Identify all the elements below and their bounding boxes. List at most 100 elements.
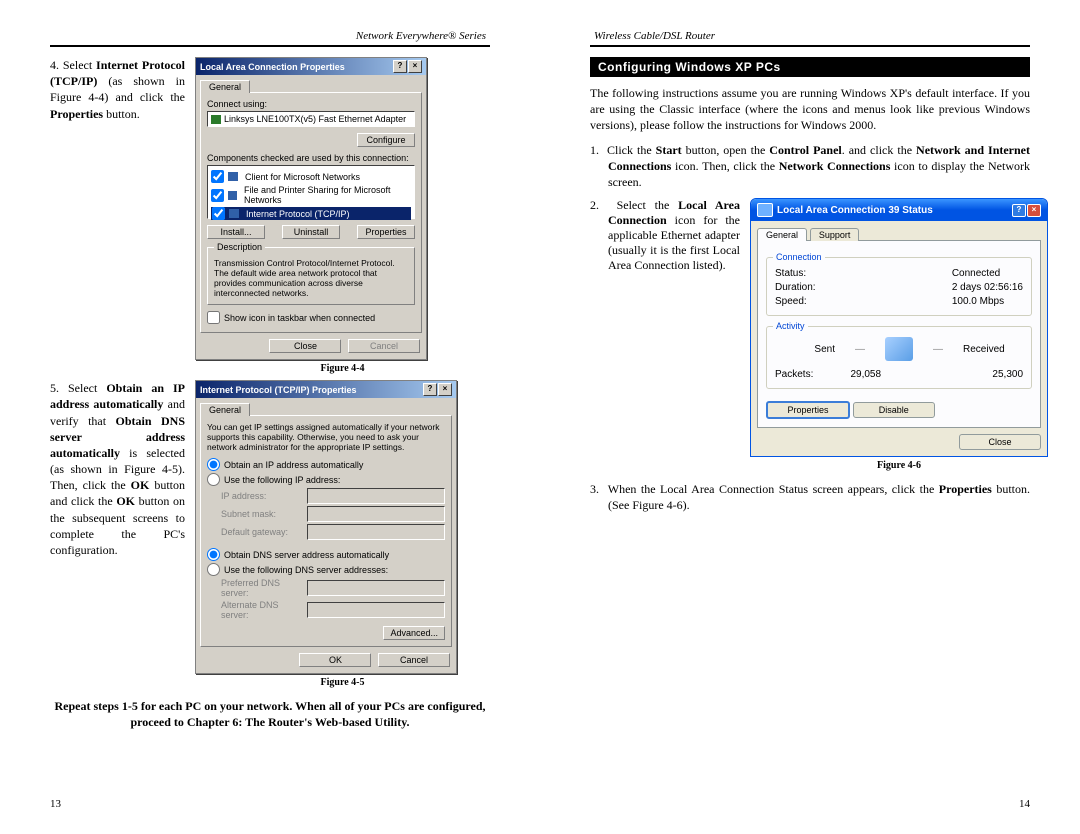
step5-num: 5. <box>50 381 59 395</box>
advanced-button[interactable]: Advanced... <box>383 626 445 640</box>
s1a: Click the <box>607 143 656 157</box>
dlg-lac-status: Local Area Connection 39 Status ? × Gene… <box>750 198 1048 457</box>
pdns-field <box>307 580 445 596</box>
titlebar[interactable]: Local Area Connection Properties ? × <box>196 58 426 75</box>
configure-button[interactable]: Configure <box>357 133 415 147</box>
chk-tcpip[interactable] <box>212 207 225 220</box>
step3: 3. When the Local Area Connection Status… <box>590 481 1030 513</box>
ip-field <box>307 488 445 504</box>
xp-close-button[interactable]: Close <box>959 434 1041 450</box>
show-icon-label: Show icon in taskbar when connected <box>224 313 375 323</box>
r-use-dns[interactable]: Use the following DNS server addresses: <box>207 563 445 576</box>
ip-lbl: IP address: <box>221 491 301 501</box>
components-list[interactable]: Client for Microsoft Networks File and P… <box>207 165 415 219</box>
r4-lbl: Use the following DNS server addresses: <box>224 565 388 575</box>
s1h: Network Connections <box>779 159 891 173</box>
r3-lbl: Obtain DNS server address automatically <box>224 550 389 560</box>
comp3: Internet Protocol (TCP/IP) <box>246 209 350 219</box>
help45-icon[interactable]: ? <box>423 383 437 396</box>
step2-row: 2. Select the Local Area Connection icon… <box>590 198 1030 471</box>
chk-fileshare[interactable] <box>211 189 224 202</box>
xp-help-icon[interactable]: ? <box>1012 204 1026 217</box>
uninstall-button[interactable]: Uninstall <box>282 225 340 239</box>
step2-text: 2. Select the Local Area Connection icon… <box>590 198 740 273</box>
title45: Internet Protocol (TCP/IP) Properties <box>200 385 357 395</box>
xp-tab-support[interactable]: Support <box>810 228 860 241</box>
fileshare-icon <box>228 191 237 200</box>
step4-num: 4. <box>50 58 59 72</box>
adns-lbl: Alternate DNS server: <box>221 600 301 620</box>
r-obtain-ip[interactable]: Obtain an IP address automatically <box>207 458 445 471</box>
s1b: Start <box>656 143 682 157</box>
tab45-general[interactable]: General <box>200 403 250 416</box>
close-icon[interactable]: × <box>408 60 422 73</box>
step1: 1. Click the Start button, open the Cont… <box>590 142 1030 191</box>
s1c: button, open the <box>682 143 770 157</box>
s3n: 3. <box>590 482 599 496</box>
tab-strip: General <box>196 75 426 92</box>
title-text: Local Area Connection Properties <box>200 62 345 72</box>
step5-row: 5. Select Obtain an IP address automatic… <box>50 380 490 688</box>
step4-text: 4. Select Internet Protocol (TCP/IP) (as… <box>50 57 185 374</box>
status-lbl: Status: <box>775 268 952 279</box>
dns-grid: Preferred DNS server: Alternate DNS serv… <box>221 578 445 620</box>
tab-general[interactable]: General <box>200 80 250 93</box>
close-button[interactable]: Close <box>269 339 341 353</box>
xp-title-btns: ? × <box>1012 204 1041 217</box>
s5f: OK <box>131 478 150 492</box>
page-spread: Network Everywhere® Series 4. Select Int… <box>0 0 1080 834</box>
comp-tcpip-selected[interactable]: Internet Protocol (TCP/IP) <box>211 207 411 220</box>
step4-b2: Properties <box>50 107 103 121</box>
radio-auto-dns[interactable] <box>207 548 220 561</box>
chk-showicon[interactable] <box>207 311 220 324</box>
s2n: 2. <box>590 198 599 212</box>
step5-text: 5. Select Obtain an IP address automatic… <box>50 380 185 688</box>
grp-connection: Connection Status:Connected Duration:2 d… <box>766 257 1032 316</box>
xp-properties-button[interactable]: Properties <box>766 401 850 419</box>
radio-use-ip[interactable] <box>207 473 220 486</box>
step4-a: Select <box>63 58 96 72</box>
xp-titlebar[interactable]: Local Area Connection 39 Status ? × <box>751 199 1047 221</box>
xp-body: General Support Connection Status:Connec… <box>751 221 1047 456</box>
activity-icon <box>885 337 913 361</box>
dlg-tcpip-properties: Internet Protocol (TCP/IP) Properties ? … <box>195 380 457 674</box>
speed-val: 100.0 Mbps <box>952 296 1023 307</box>
ok-button[interactable]: OK <box>299 653 371 667</box>
gw-lbl: Default gateway: <box>221 527 301 537</box>
comp-client[interactable]: Client for Microsoft Networks <box>211 170 411 183</box>
act-header: Sent — — Received <box>775 337 1023 361</box>
xp-tab-general[interactable]: General <box>757 228 807 241</box>
figure-4-4-wrap: Local Area Connection Properties ? × Gen… <box>195 57 490 374</box>
description-group: Description Transmission Control Protoco… <box>207 247 415 305</box>
r-obtain-dns[interactable]: Obtain DNS server address automatically <box>207 548 445 561</box>
radio-use-dns[interactable] <box>207 563 220 576</box>
xp-close-icon[interactable]: × <box>1027 204 1041 217</box>
comp-fileshare[interactable]: File and Printer Sharing for Microsoft N… <box>211 185 411 205</box>
cancel45-button[interactable]: Cancel <box>378 653 450 667</box>
dur-lbl: Duration: <box>775 282 952 293</box>
xp-disable-button[interactable]: Disable <box>853 402 935 418</box>
page-header-right: Wireless Cable/DSL Router <box>590 30 1030 47</box>
client-icon <box>228 172 238 181</box>
radio-auto-ip[interactable] <box>207 458 220 471</box>
dur-val: 2 days 02:56:16 <box>952 282 1023 293</box>
page-left: Network Everywhere® Series 4. Select Int… <box>0 0 540 834</box>
s5h: OK <box>116 494 135 508</box>
r2-lbl: Use the following IP address: <box>224 475 340 485</box>
figure-4-5-wrap: Internet Protocol (TCP/IP) Properties ? … <box>195 380 490 688</box>
r-use-ip[interactable]: Use the following IP address: <box>207 473 445 486</box>
close45-icon[interactable]: × <box>438 383 452 396</box>
install-button[interactable]: Install... <box>207 225 265 239</box>
properties-button[interactable]: Properties <box>357 225 415 239</box>
help-icon[interactable]: ? <box>393 60 407 73</box>
fig45-caption: Figure 4-5 <box>195 677 490 688</box>
grp-act-legend: Activity <box>773 321 808 331</box>
figure-4-6-wrap: Local Area Connection 39 Status ? × Gene… <box>750 198 1048 471</box>
s3a: When the Local Area Connection Status sc… <box>608 482 939 496</box>
chk-client[interactable] <box>211 170 224 183</box>
xp-tabstrip: General Support <box>757 227 1041 240</box>
titlebar45[interactable]: Internet Protocol (TCP/IP) Properties ? … <box>196 381 456 398</box>
cancel-button: Cancel <box>348 339 420 353</box>
page-number-right: 14 <box>1019 798 1030 810</box>
show-icon-row[interactable]: Show icon in taskbar when connected <box>207 311 415 324</box>
